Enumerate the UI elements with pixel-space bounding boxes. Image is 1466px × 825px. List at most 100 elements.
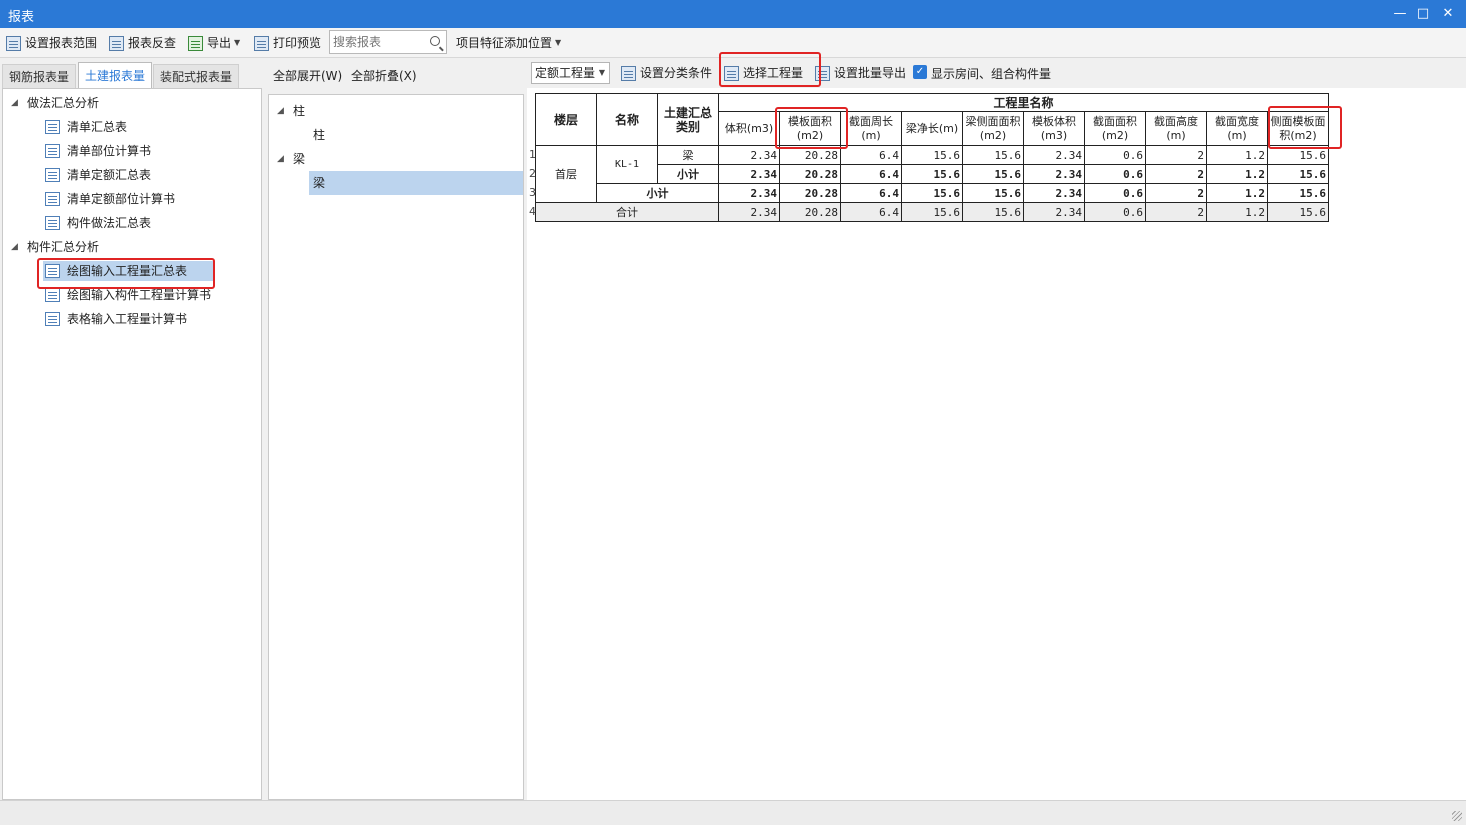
- chevron-down-icon: ▼: [555, 38, 562, 47]
- tab-rebar-report[interactable]: 钢筋报表量: [2, 64, 77, 88]
- status-bar: [0, 800, 1466, 825]
- header-name: 名称: [596, 93, 658, 146]
- table-row-subtotal[interactable]: 小计 2.34 20.28 6.4 15.6 15.6 2.34 0.6 2 1…: [536, 183, 1329, 203]
- set-report-range-button[interactable]: 设置报表范围: [6, 34, 97, 52]
- add-feature-position-dropdown[interactable]: 项目特征添加位置 ▼: [456, 34, 561, 52]
- window-title: 报表: [8, 10, 35, 25]
- value-cell: 15.6: [1267, 164, 1329, 184]
- select-quantity-label: 选择工程量: [743, 66, 804, 80]
- header-quantity-group: 工程里名称: [718, 93, 1329, 112]
- value-cell: 20.28: [779, 145, 841, 165]
- tab-civil-report[interactable]: 土建报表量: [78, 62, 153, 88]
- resize-grip-icon[interactable]: [1452, 811, 1462, 821]
- group-label: 构件汇总分析: [27, 240, 100, 254]
- print-preview-label: 打印预览: [273, 36, 322, 50]
- value-cell: 2.34: [1023, 202, 1085, 222]
- batch-export-button[interactable]: 设置批量导出: [815, 64, 906, 82]
- report-type-tabs: 钢筋报表量 土建报表量 装配式报表量: [0, 62, 262, 88]
- value-cell: 2: [1145, 164, 1207, 184]
- collapse-all-button[interactable]: 全部折叠(X): [351, 67, 417, 84]
- value-cell: 15.6: [901, 145, 963, 165]
- value-cell: 15.6: [962, 164, 1024, 184]
- value-cell: 0.6: [1084, 202, 1146, 222]
- leaf-label: 柱: [313, 128, 326, 142]
- report-search-box[interactable]: [329, 30, 447, 54]
- value-cell: 15.6: [901, 202, 963, 222]
- value-cell: 2: [1145, 183, 1207, 203]
- category-settings-icon: [621, 65, 636, 81]
- value-cell: 2.34: [718, 183, 780, 203]
- chevron-down-icon: ▼: [598, 68, 605, 77]
- table-row[interactable]: 首层 KL-1 梁 2.34 20.28 6.4 15.6 15.6 2.34 …: [535, 145, 1329, 203]
- value-cell: 20.28: [779, 164, 841, 184]
- tree-item-drawing-input-summary[interactable]: 绘图输入工程量汇总表: [43, 261, 215, 281]
- value-cell: 2.34: [1023, 183, 1085, 203]
- value-cell: 20.28: [779, 183, 841, 203]
- set-category-button[interactable]: 设置分类条件: [621, 64, 712, 82]
- table-icon: [724, 65, 739, 81]
- search-icon[interactable]: [430, 36, 440, 46]
- search-input[interactable]: [330, 31, 426, 53]
- select-quantity-button[interactable]: 选择工程量: [724, 64, 803, 82]
- value-cell: 1.2: [1206, 164, 1268, 184]
- tree-leaf-beam[interactable]: 梁: [309, 171, 523, 195]
- value-cell: 15.6: [962, 202, 1024, 222]
- collapse-triangle-icon[interactable]: ◢: [277, 149, 284, 169]
- collapse-triangle-icon[interactable]: ◢: [11, 93, 18, 113]
- value-cell: 2.34: [1023, 164, 1085, 184]
- value-cell: 6.4: [840, 145, 902, 165]
- close-button[interactable]: ✕: [1437, 4, 1459, 24]
- floor-cell: 首层: [535, 145, 597, 203]
- add-feature-position-label: 项目特征添加位置: [456, 36, 553, 50]
- leaf-label: 梁: [313, 176, 326, 190]
- print-preview-button[interactable]: 打印预览: [254, 34, 321, 52]
- node-label: 梁: [293, 152, 306, 166]
- batch-export-label: 设置批量导出: [834, 66, 907, 80]
- value-cell: 15.6: [962, 183, 1024, 203]
- maximize-button[interactable]: □: [1412, 4, 1434, 24]
- tree-item-label: 绘图输入工程量汇总表: [67, 264, 188, 278]
- value-cell: 15.6: [1267, 183, 1329, 203]
- reverse-check-button[interactable]: 报表反查: [109, 34, 176, 52]
- category-cell: 梁: [657, 145, 719, 165]
- batch-export-icon: [815, 65, 830, 81]
- middle-panel-header: 全部展开(W) 全部折叠(X): [268, 62, 524, 88]
- col-header: 体积(m3): [718, 111, 780, 146]
- value-cell: 2.34: [718, 164, 780, 184]
- tab-prefab-report[interactable]: 装配式报表量: [153, 64, 240, 88]
- excel-export-icon: [188, 35, 203, 51]
- col-header: 截面周长(m): [840, 111, 902, 146]
- table-row-total[interactable]: 合计 2.34 20.28 6.4 15.6 15.6 2.34 0.6 2 1…: [535, 202, 1329, 222]
- col-header: 模板面积(m2): [779, 111, 841, 146]
- tree-item-label: 表格输入工程量计算书: [67, 312, 188, 326]
- report-tree-panel: ◢ 做法汇总分析 清单汇总表 清单部位计算书 清单定额汇总表 清单定额部位计算书…: [2, 88, 262, 800]
- tree-leaf-column[interactable]: 柱: [309, 125, 523, 145]
- value-cell: 1.2: [1206, 145, 1268, 165]
- col-header: 侧面模板面积(m2): [1267, 111, 1329, 146]
- report-doc-icon: [45, 192, 60, 206]
- value-cell: 1.2: [1206, 202, 1268, 222]
- value-cell: 0.6: [1084, 164, 1146, 184]
- row-number: 2: [529, 167, 536, 180]
- value-cell: 2.34: [718, 202, 780, 222]
- grid-settings-icon: [6, 35, 21, 51]
- total-label: 合计: [535, 202, 719, 222]
- value-cell: 0.6: [1084, 145, 1146, 165]
- value-cell: 6.4: [840, 164, 902, 184]
- show-rooms-checkbox[interactable]: ✓: [913, 65, 927, 79]
- collapse-triangle-icon[interactable]: ◢: [277, 101, 284, 121]
- export-button[interactable]: 导出 ▼: [188, 34, 240, 52]
- collapse-triangle-icon[interactable]: ◢: [11, 237, 18, 257]
- table-search-icon: [109, 35, 124, 51]
- expand-all-button[interactable]: 全部展开(W): [273, 67, 342, 84]
- row-number: 1: [529, 148, 536, 161]
- title-bar: 报表 — □ ✕: [0, 0, 1466, 28]
- export-label: 导出: [207, 36, 232, 50]
- minimize-button[interactable]: —: [1389, 4, 1411, 24]
- tree-item-label: 清单定额汇总表: [67, 168, 152, 182]
- reverse-check-label: 报表反查: [128, 36, 177, 50]
- chevron-down-icon: ▼: [234, 38, 241, 47]
- quantity-type-combo[interactable]: 定额工程量 ▼: [531, 62, 610, 84]
- show-rooms-label: 显示房间、组合构件量: [931, 67, 1052, 81]
- report-toolbar: 定额工程量 ▼ 设置分类条件 选择工程量 设置批量导出 ✓ 显示房间、组合构件量: [528, 58, 1466, 88]
